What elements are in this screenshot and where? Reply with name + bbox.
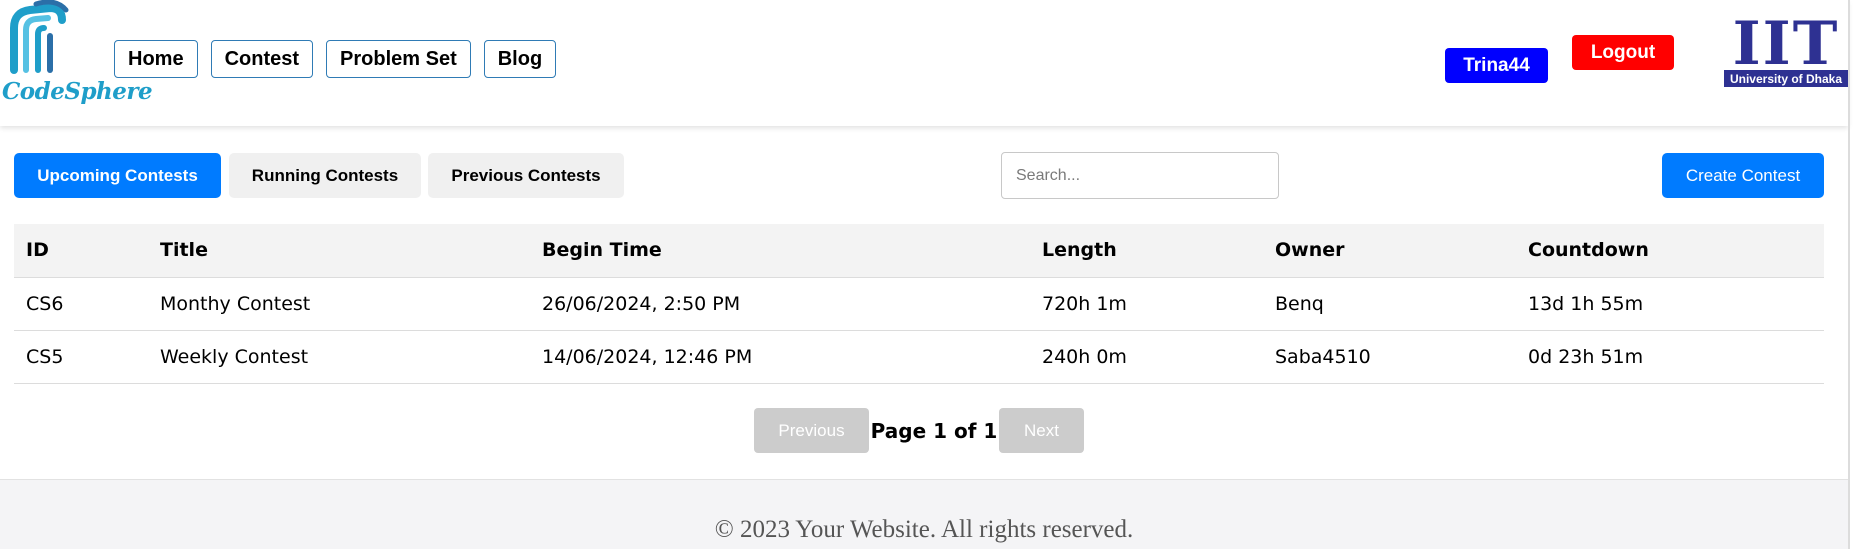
iit-logo-letters: IIT (1732, 9, 1840, 79)
copyright-text: © 2023 Your Website. All rights reserved… (714, 516, 1134, 543)
cell-owner: Saba4510 (1263, 330, 1516, 384)
cell-begin-time: 14/06/2024, 12:46 PM (530, 330, 1030, 384)
column-header-length: Length (1030, 224, 1263, 278)
column-header-owner: Owner (1263, 224, 1516, 278)
cell-owner: Benq (1263, 277, 1516, 331)
site-footer: © 2023 Your Website. All rights reserved… (0, 479, 1848, 549)
cell-length: 720h 1m (1030, 277, 1263, 331)
cell-begin-time: 26/06/2024, 2:50 PM (530, 277, 1030, 331)
column-header-begin-time: Begin Time (530, 224, 1030, 278)
column-logo-icon (10, 0, 69, 74)
tab-previous-contests[interactable]: Previous Contests (428, 153, 624, 198)
cell-length: 240h 0m (1030, 330, 1263, 384)
column-header-title: Title (148, 224, 530, 278)
create-contest-button[interactable]: Create Contest (1662, 153, 1824, 198)
table-header-row: ID Title Begin Time Length Owner Countdo… (14, 224, 1824, 278)
codesphere-logo[interactable]: CodeSphere (0, 0, 153, 110)
main-nav: Home Contest Problem Set Blog (114, 40, 557, 78)
tab-running-contests[interactable]: Running Contests (229, 153, 421, 198)
nav-blog-button[interactable]: Blog (483, 40, 557, 78)
iit-logo-subtitle: University of Dhaka (1724, 70, 1848, 87)
right-edge-divider (1848, 0, 1850, 549)
table-row[interactable]: CS6 Monthy Contest 26/06/2024, 2:50 PM 7… (14, 277, 1824, 331)
cell-title[interactable]: Weekly Contest (148, 330, 530, 384)
cell-title[interactable]: Monthy Contest (148, 277, 530, 331)
page-indicator: Page 1 of 1 (870, 418, 998, 443)
column-header-id: ID (14, 224, 148, 278)
user-profile-button[interactable]: Trina44 (1445, 48, 1548, 83)
cell-id: CS6 (14, 277, 148, 331)
cell-countdown: 0d 23h 51m (1516, 330, 1824, 384)
cell-id: CS5 (14, 330, 148, 384)
tab-upcoming-contests[interactable]: Upcoming Contests (14, 153, 221, 198)
table-row[interactable]: CS5 Weekly Contest 14/06/2024, 12:46 PM … (14, 330, 1824, 384)
brand-name: CodeSphere (2, 78, 153, 105)
nav-problem-set-button[interactable]: Problem Set (326, 40, 471, 78)
nav-home-button[interactable]: Home (114, 40, 198, 78)
previous-page-button[interactable]: Previous (754, 408, 869, 453)
cell-countdown: 13d 1h 55m (1516, 277, 1824, 331)
column-header-countdown: Countdown (1516, 224, 1824, 278)
iit-logo: IIT University of Dhaka (1724, 9, 1848, 88)
next-page-button[interactable]: Next (999, 408, 1084, 453)
site-header: CodeSphere Home Contest Problem Set Blog… (0, 0, 1848, 126)
contests-table: ID Title Begin Time Length Owner Countdo… (14, 224, 1824, 384)
logout-button[interactable]: Logout (1572, 35, 1674, 70)
nav-contest-button[interactable]: Contest (210, 40, 314, 78)
search-input[interactable] (1001, 152, 1279, 199)
